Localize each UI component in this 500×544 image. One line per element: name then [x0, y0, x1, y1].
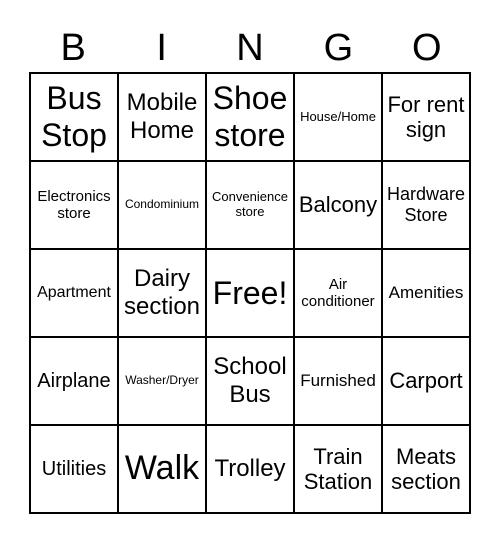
bingo-cell[interactable]: House/Home: [294, 73, 382, 161]
bingo-cell[interactable]: Airplane: [30, 337, 118, 425]
bingo-cell[interactable]: Condominium: [118, 161, 206, 249]
bingo-cell[interactable]: Balcony: [294, 161, 382, 249]
header-letter-o: O: [412, 27, 442, 69]
bingo-cell[interactable]: Carport: [382, 337, 470, 425]
bingo-cell[interactable]: School Bus: [206, 337, 294, 425]
bingo-cell[interactable]: Bus Stop: [30, 73, 118, 161]
bingo-cell[interactable]: Air conditioner: [294, 249, 382, 337]
bingo-grid: Bus Stop Mobile Home Shoe store House/Home F…: [29, 72, 471, 514]
bingo-cell[interactable]: Mobile Home: [118, 73, 206, 161]
header-letter-g: G: [323, 27, 354, 69]
bingo-cell[interactable]: Convenience store: [206, 161, 294, 249]
header-letter-i: I: [156, 27, 167, 69]
bingo-cell[interactable]: Furnished: [294, 337, 382, 425]
bingo-cell[interactable]: Walk: [118, 425, 206, 513]
bingo-cell[interactable]: Hardware Store: [382, 161, 470, 249]
bingo-cell[interactable]: Meats section: [382, 425, 470, 513]
bingo-cell[interactable]: Electronics store: [30, 161, 118, 249]
bingo-cell[interactable]: Apartment: [30, 249, 118, 337]
bingo-cell[interactable]: Train Station: [294, 425, 382, 513]
bingo-cell[interactable]: Washer/Dryer: [118, 337, 206, 425]
header-letter-b: B: [60, 27, 86, 69]
header-letter-n: N: [236, 27, 264, 69]
bingo-cell[interactable]: Trolley: [206, 425, 294, 513]
bingo-cell[interactable]: Amenities: [382, 249, 470, 337]
bingo-cell[interactable]: Utilities: [30, 425, 118, 513]
bingo-cell[interactable]: Shoe store: [206, 73, 294, 161]
bingo-cell[interactable]: Dairy section: [118, 249, 206, 337]
bingo-header: B I N G O: [29, 24, 471, 72]
bingo-cell[interactable]: For rent sign: [382, 73, 470, 161]
bingo-cell[interactable]: Free!: [206, 249, 294, 337]
